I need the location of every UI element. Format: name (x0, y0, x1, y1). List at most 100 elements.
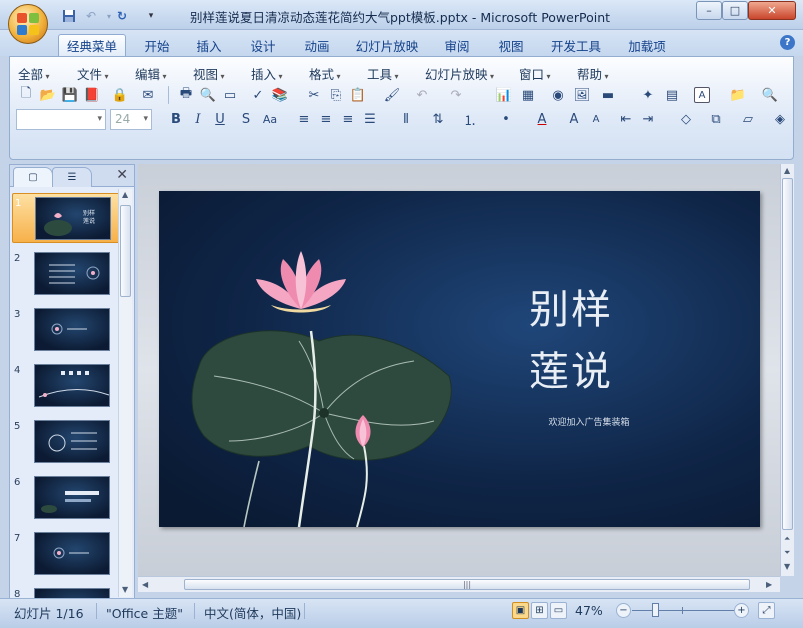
maximize-button[interactable]: □ (722, 1, 748, 20)
align-right-icon[interactable]: ≡ (338, 109, 358, 129)
paste-icon[interactable]: 📋 (348, 85, 368, 105)
underline-icon[interactable]: U (210, 109, 230, 129)
slideshow-view-icon[interactable]: ▭ (550, 602, 567, 619)
slide-sorter-icon[interactable]: ⊞ (531, 602, 548, 619)
undo-icon[interactable]: ↶ (412, 85, 432, 105)
print-preview-icon[interactable]: 🔍 (198, 85, 218, 105)
menu-file[interactable]: 文件 (77, 64, 109, 83)
find-icon[interactable]: 🔍 (760, 85, 780, 105)
layout-icon[interactable]: ▤ (662, 85, 682, 105)
email-icon[interactable]: ✉ (138, 85, 158, 105)
fill-color-icon[interactable]: ▬ (598, 85, 618, 105)
panel-scroll-thumb[interactable] (120, 205, 131, 297)
cut-icon[interactable]: ✂ (304, 85, 324, 105)
menu-format[interactable]: 格式 (309, 64, 341, 83)
menu-all[interactable]: 全部 (18, 64, 50, 83)
table-icon[interactable]: ▦ (518, 85, 538, 105)
slide-thumbnail-5[interactable]: 5 (12, 417, 122, 467)
normal-view-icon[interactable]: ▣ (512, 602, 529, 619)
minimize-button[interactable]: – (696, 1, 722, 20)
new-slide-icon[interactable]: ✦ (638, 85, 658, 105)
tab-classic-menu[interactable]: 经典菜单 (58, 34, 126, 56)
slide-layout-icon[interactable]: ▭ (220, 85, 240, 105)
tab-review[interactable]: 审阅 (438, 34, 476, 56)
prev-slide-icon[interactable]: ⏶ (784, 534, 790, 544)
zoom-slider-thumb[interactable] (652, 603, 659, 617)
menu-help[interactable]: 帮助 (577, 64, 609, 83)
tab-insert[interactable]: 插入 (190, 34, 228, 56)
decrease-indent-icon[interactable]: ⇤ (616, 109, 636, 129)
language[interactable]: 中文(简体，中国) (204, 603, 301, 622)
research-icon[interactable]: 📚 (270, 85, 290, 105)
menu-tools[interactable]: 工具 (367, 64, 399, 83)
bold-icon[interactable]: B (166, 109, 186, 129)
panel-scrollbar[interactable]: ▲ ▼ (118, 189, 132, 597)
horizontal-scroll-thumb[interactable]: ||| (184, 579, 750, 590)
shadow-icon[interactable]: S (236, 109, 256, 129)
editor-scroll-thumb[interactable] (782, 178, 793, 530)
font-color-icon[interactable]: A (532, 109, 552, 129)
zoom-in-button[interactable]: + (734, 603, 749, 618)
slides-tab[interactable]: ▢ (13, 167, 53, 187)
align-left-icon[interactable]: ≡ (294, 109, 314, 129)
redo-icon[interactable]: ↻ (113, 7, 131, 25)
slide-subtitle[interactable]: 欢迎加入广告集装箱 (519, 415, 659, 428)
slide-thumbnail-6[interactable]: 6 (12, 473, 122, 523)
increase-indent-icon[interactable]: ⇥ (638, 109, 658, 129)
align-center-icon[interactable]: ≡ (316, 109, 336, 129)
scroll-down-icon[interactable]: ▼ (784, 562, 790, 571)
grow-font-icon[interactable]: A (564, 109, 584, 129)
new-file-icon[interactable]: 🗋 (16, 85, 36, 105)
tab-home[interactable]: 开始 (138, 34, 176, 56)
justify-icon[interactable]: ☰ (360, 109, 380, 129)
change-case-icon[interactable]: Aa (260, 109, 280, 129)
menu-insert[interactable]: 插入 (251, 64, 283, 83)
clipart-icon[interactable]: ◉ (548, 85, 568, 105)
redo-icon[interactable]: ↷ (446, 85, 466, 105)
zoom-slider-track[interactable] (632, 610, 736, 611)
textbox-icon[interactable]: A (694, 87, 710, 103)
copy-icon[interactable]: ⎘ (326, 85, 346, 105)
help-icon[interactable]: ? (780, 35, 795, 50)
shrink-font-icon[interactable]: A (586, 109, 606, 129)
menu-slideshow[interactable]: 幻灯片放映 (425, 64, 494, 83)
editor-horizontal-scrollbar[interactable]: ◀ ||| ▶ (138, 576, 780, 592)
save-icon[interactable] (60, 7, 78, 25)
editor-vertical-scrollbar[interactable]: ▲ ⏶ ⏷ ▼ (780, 164, 794, 576)
tab-slideshow[interactable]: 幻灯片放映 (352, 34, 422, 56)
chart-icon[interactable]: 📊 (494, 85, 514, 105)
scroll-right-icon[interactable]: ▶ (766, 580, 772, 589)
columns-icon[interactable]: ⫴ (396, 109, 416, 129)
next-slide-icon[interactable]: ⏷ (784, 548, 790, 558)
picture-icon[interactable]: 🖼 (572, 85, 592, 105)
menu-edit[interactable]: 编辑 (135, 64, 167, 83)
office-button[interactable] (8, 4, 48, 44)
fit-to-window-icon[interactable]: ⤢ (758, 602, 775, 619)
scroll-left-icon[interactable]: ◀ (142, 580, 148, 589)
font-size-combo[interactable]: 24 (110, 109, 152, 130)
theme-name[interactable]: "Office 主题" (106, 603, 183, 622)
quick-styles-icon[interactable]: ▱ (738, 109, 758, 129)
spelling-icon[interactable]: ✓ (248, 85, 268, 105)
tab-addins[interactable]: 加载项 (620, 34, 674, 56)
slide-thumbnail-3[interactable]: 3 (12, 305, 122, 355)
slide-thumbnail-4[interactable]: 4 (12, 361, 122, 411)
slide-thumbnail-2[interactable]: 2 (12, 249, 122, 299)
tab-developer[interactable]: 开发工具 (546, 34, 606, 56)
bullets-icon[interactable]: • (496, 109, 516, 129)
arrange-icon[interactable]: ⧉ (706, 109, 726, 129)
format-painter-icon[interactable]: 🖌 (382, 85, 402, 105)
zoom-out-button[interactable]: − (616, 603, 631, 618)
menu-window[interactable]: 窗口 (519, 64, 551, 83)
shapes-icon[interactable]: ◇ (676, 109, 696, 129)
slide-thumbnail-1[interactable]: 1 别样 莲说 (12, 193, 122, 243)
scroll-down-icon[interactable]: ▼ (122, 585, 128, 594)
numbering-icon[interactable]: ⒈ (460, 109, 480, 129)
slide-title[interactable]: 别样 莲说 (529, 279, 659, 403)
tab-design[interactable]: 设计 (244, 34, 282, 56)
zoom-level[interactable]: 47% (575, 603, 603, 618)
panel-close-icon[interactable]: ✕ (116, 167, 128, 183)
close-button[interactable]: ✕ (748, 1, 796, 20)
save-as-pdf-icon[interactable]: 📕 (82, 85, 102, 105)
italic-icon[interactable]: I (188, 109, 208, 129)
